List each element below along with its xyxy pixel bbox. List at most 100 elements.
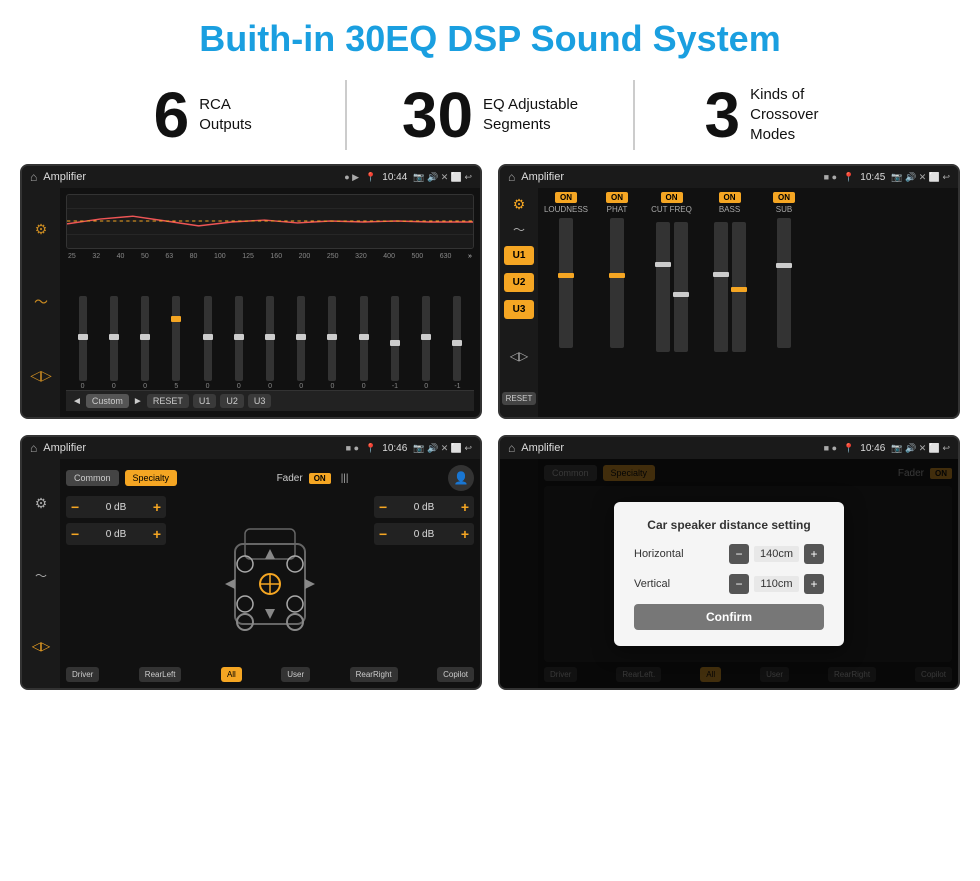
eq-u2-btn[interactable]: U2 [220,394,244,408]
vertical-minus-btn[interactable]: − [729,574,749,594]
dialog-home-icon: ⌂ [508,441,515,455]
fader-right-controls: − 0 dB + − 0 dB + [374,496,474,662]
cx-sub: ON SUB [760,192,808,348]
eq-custom-btn[interactable]: Custom [86,394,129,408]
specialty-tab-btn[interactable]: Specialty [125,470,178,486]
cx-bass: ON BASS [702,192,757,352]
slider-12[interactable]: 0 [412,296,441,390]
cx-u2-btn[interactable]: U2 [504,273,534,292]
stat-label-rca: RCAOutputs [199,95,252,136]
horizontal-value: 140cm [754,546,799,562]
common-tab-btn[interactable]: Common [66,470,119,486]
cx-reset-label[interactable]: RESET [502,392,537,405]
loudness-on-badge: ON [555,192,577,203]
rearright-btn[interactable]: RearRight [350,667,398,682]
eq-u3-btn[interactable]: U3 [248,394,272,408]
driver-btn[interactable]: Driver [66,667,99,682]
fader-plus-1[interactable]: + [153,499,161,515]
eq-reset-btn[interactable]: RESET [147,394,189,408]
stat-item-crossover: 3 Kinds ofCrossover Modes [635,83,920,147]
slider-2[interactable]: 0 [99,296,128,390]
eq-chart [66,194,474,249]
dialog-topbar-icons: 📷 🔊 ✕ ⬜ ↩ [891,443,950,454]
freq-50: 50 [141,253,149,260]
cx-topbar-time: 10:45 [860,172,885,183]
slider-11[interactable]: -1 [380,296,409,390]
slider-9[interactable]: 0 [318,296,347,390]
slider-4[interactable]: 5 [162,296,191,390]
fader-db-val-1: 0 dB [83,502,149,513]
freq-63: 63 [165,253,173,260]
eq-prev-icon[interactable]: ◄ [72,396,82,407]
slider-track-1 [79,296,87,381]
eq-screen-body: ⚙ 〜 ◁▷ [22,188,480,417]
horizontal-minus-btn[interactable]: − [729,544,749,564]
eq-topbar-icons: 📷 🔊 ✕ ⬜ ↩ [413,172,472,183]
cutfreq-slider-f[interactable] [674,222,688,352]
cutfreq-slider-g[interactable] [656,222,670,352]
fader-bottom-btns: Driver RearLeft All User RearRight Copil… [66,667,474,682]
slider-val-6: 0 [237,383,241,390]
fader-minus-1[interactable]: − [71,499,79,515]
horizontal-plus-btn[interactable]: + [804,544,824,564]
fader-plus-4[interactable]: + [461,526,469,542]
slider-thumb-13 [452,340,462,346]
phat-label: PHAT [607,205,628,214]
fader-screen-body: ⚙ 〜 ◁▷ Common Specialty Fader ON ||| 👤 [22,459,480,688]
slider-8[interactable]: 0 [287,296,316,390]
slider-val-7: 0 [268,383,272,390]
fader-minus-4[interactable]: − [379,526,387,542]
slider-5[interactable]: 0 [193,296,222,390]
eq-sidebar-icon-eq: ⚙ [35,221,48,238]
eq-u1-btn[interactable]: U1 [193,394,217,408]
vertical-plus-btn[interactable]: + [804,574,824,594]
fader-sidebar: ⚙ 〜 ◁▷ [22,459,60,688]
slider-thumb-6 [234,334,244,340]
fader-db-row-4: − 0 dB + [374,523,474,545]
slider-10[interactable]: 0 [349,296,378,390]
all-btn[interactable]: All [221,667,242,682]
slider-val-12: 0 [424,383,428,390]
fader-minus-2[interactable]: − [71,526,79,542]
fader-topbar-icons: 📷 🔊 ✕ ⬜ ↩ [413,443,472,454]
eq-screen-card: ⌂ Amplifier ● ▶ 📍 10:44 📷 🔊 ✕ ⬜ ↩ ⚙ 〜 ◁▷ [20,164,482,419]
fader-plus-3[interactable]: + [461,499,469,515]
cx-u1-btn[interactable]: U1 [504,246,534,265]
eq-next-icon[interactable]: ► [133,396,143,407]
slider-thumb-11 [390,340,400,346]
sub-slider[interactable] [777,218,791,348]
vertical-label: Vertical [634,578,670,590]
bass-slider-f[interactable] [714,222,728,352]
cx-u3-btn[interactable]: U3 [504,300,534,319]
slider-val-10: 0 [362,383,366,390]
cx-topbar: ⌂ Amplifier ■ ● 📍 10:45 📷 🔊 ✕ ⬜ ↩ [500,166,958,188]
dialog-vertical-row: Vertical − 110cm + [634,574,824,594]
freq-32: 32 [92,253,100,260]
slider-track-10 [360,296,368,381]
slider-6[interactable]: 0 [224,296,253,390]
fader-minus-3[interactable]: − [379,499,387,515]
bass-slider-g[interactable] [732,222,746,352]
slider-7[interactable]: 0 [255,296,284,390]
freq-40: 40 [117,253,125,260]
slider-thumb-1 [78,334,88,340]
rearleft-btn[interactable]: RearLeft [139,667,182,682]
copilot-btn[interactable]: Copilot [437,667,474,682]
slider-val-5: 0 [206,383,210,390]
loudness-slider[interactable] [559,218,573,348]
slider-1[interactable]: 0 [68,296,97,390]
vertical-stepper: − 110cm + [729,574,824,594]
fader-plus-2[interactable]: + [153,526,161,542]
fader-topbar-title: Amplifier [43,442,339,454]
user-btn[interactable]: User [281,667,310,682]
freq-125: 125 [242,253,254,260]
phat-slider[interactable] [610,218,624,348]
crossover-screen-card: ⌂ Amplifier ■ ● 📍 10:45 📷 🔊 ✕ ⬜ ↩ ⚙ 〜 U1… [498,164,960,419]
fader-person-icon-btn[interactable]: 👤 [448,465,474,491]
slider-3[interactable]: 0 [130,296,159,390]
fader-topbar-time: 10:46 [382,443,407,454]
fader-db-row-3: − 0 dB + [374,496,474,518]
slider-13[interactable]: -1 [443,296,472,390]
home-icon: ⌂ [30,170,37,184]
confirm-button[interactable]: Confirm [634,604,824,630]
